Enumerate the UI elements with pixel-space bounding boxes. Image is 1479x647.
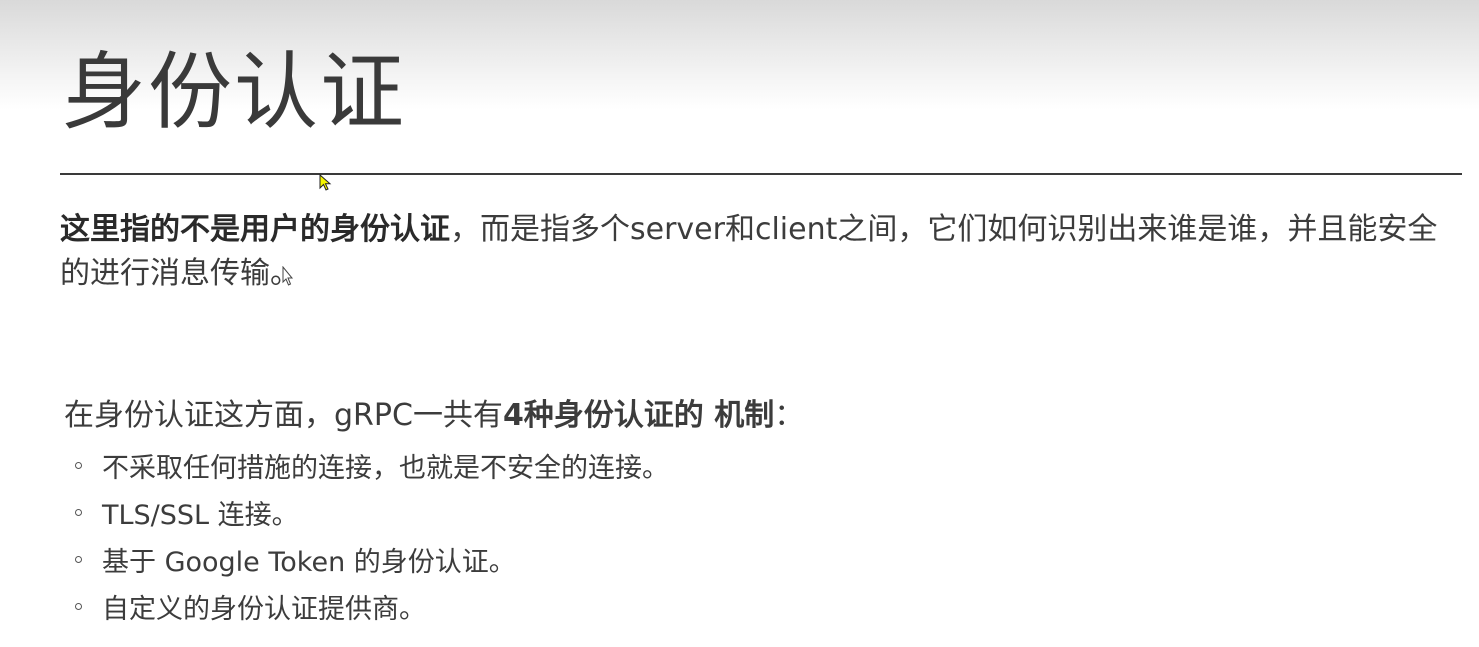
bullet-circle-icon bbox=[75, 509, 82, 516]
mechanisms-heading-grpc: gRPC bbox=[334, 398, 413, 433]
mechanisms-heading-bold: 4种身份认证的 机制 bbox=[502, 398, 775, 433]
list-item: 不采取任何措施的连接，也就是不安全的连接。 bbox=[70, 442, 669, 489]
bullet-circle-icon bbox=[75, 603, 82, 610]
list-item: 基于 Google Token 的身份认证。 bbox=[70, 536, 669, 583]
intro-lead: 这里指的不是用户的身份认证 bbox=[60, 212, 450, 247]
mechanisms-heading-prefix: 在身份认证这方面， bbox=[64, 398, 334, 433]
mechanisms-list: 不采取任何措施的连接，也就是不安全的连接。 TLS/SSL 连接。 基于 Goo… bbox=[70, 442, 669, 630]
intro-paragraph: 这里指的不是用户的身份认证，而是指多个server和client之间，它们如何识… bbox=[60, 208, 1455, 296]
intro-part2: 和 bbox=[724, 212, 755, 247]
bullet-circle-icon bbox=[75, 462, 82, 469]
intro-client: client bbox=[754, 212, 838, 247]
list-item: 自定义的身份认证提供商。 bbox=[70, 583, 669, 630]
intro-part1: ，而是指多个 bbox=[450, 212, 630, 247]
title-divider bbox=[60, 173, 1462, 175]
text-cursor-icon bbox=[281, 265, 295, 292]
mechanisms-heading-mid: 一共有 bbox=[412, 398, 503, 433]
list-item-text: 自定义的身份认证提供商。 bbox=[102, 594, 426, 625]
list-item-text: TLS/SSL 连接。 bbox=[102, 500, 299, 531]
list-item: TLS/SSL 连接。 bbox=[70, 489, 669, 536]
mechanisms-heading: 在身份认证这方面，gRPC一共有4种身份认证的 机制： bbox=[64, 393, 804, 439]
bullet-circle-icon bbox=[75, 556, 82, 563]
intro-server: server bbox=[630, 212, 725, 247]
mechanisms-heading-suffix: ： bbox=[774, 398, 805, 433]
list-item-text: 基于 Google Token 的身份认证。 bbox=[102, 547, 516, 578]
slide-title: 身份认证 bbox=[62, 43, 407, 141]
list-item-text: 不采取任何措施的连接，也就是不安全的连接。 bbox=[102, 453, 669, 484]
